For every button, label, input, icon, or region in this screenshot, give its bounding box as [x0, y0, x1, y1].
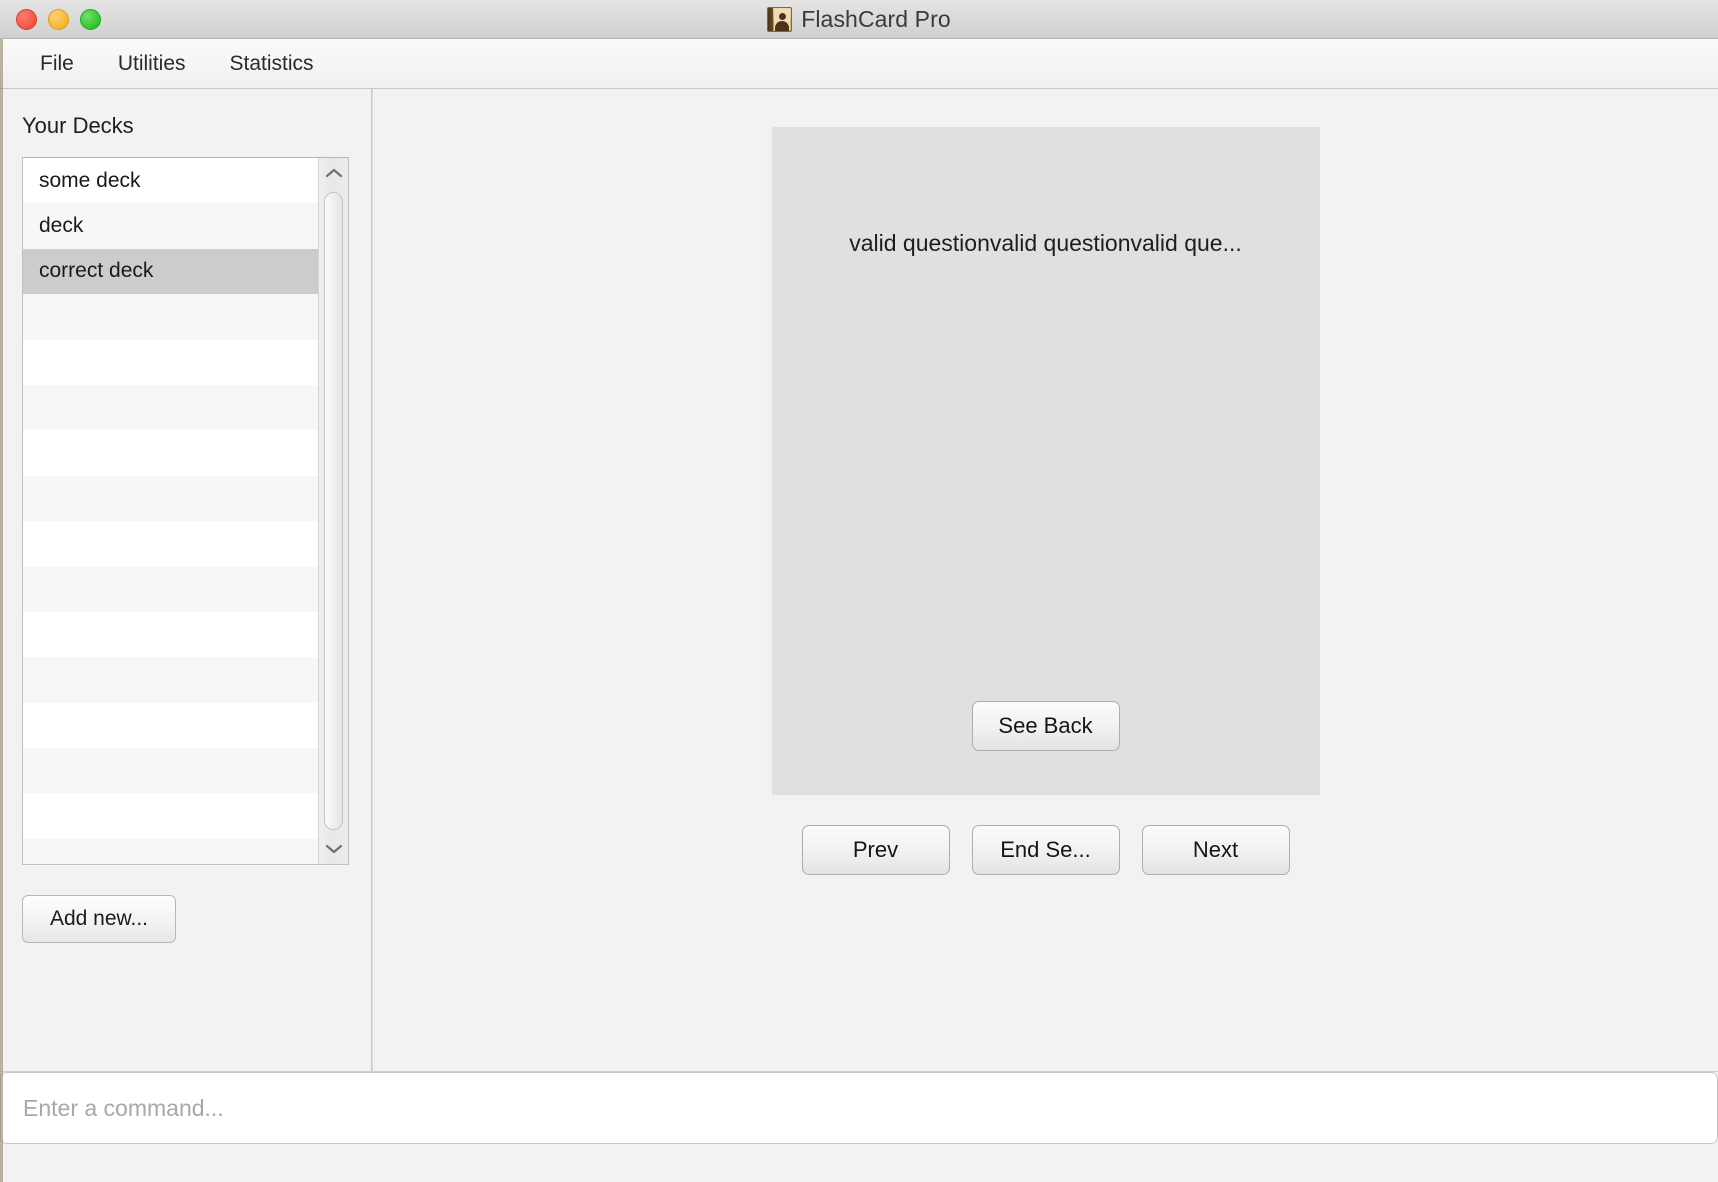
scrollbar-track[interactable]: [319, 188, 349, 834]
window-title-group: FlashCard Pro: [0, 0, 1718, 38]
chevron-up-icon: [325, 168, 342, 178]
deck-list-item[interactable]: [23, 838, 318, 864]
deck-list-item[interactable]: [23, 748, 318, 794]
flashcard: valid questionvalid questionvalid que...…: [771, 127, 1320, 795]
deck-list-item[interactable]: [23, 475, 318, 522]
next-card-button[interactable]: Next: [1141, 825, 1290, 875]
prev-card-button[interactable]: Prev: [801, 825, 950, 875]
window-title: FlashCard Pro: [801, 5, 951, 32]
scroll-down-button[interactable]: [319, 834, 349, 864]
minimize-window-button[interactable]: [48, 8, 69, 30]
deck-list-item[interactable]: [23, 793, 318, 839]
command-bar: [0, 1071, 1718, 1182]
deck-list-item[interactable]: correct deck: [23, 248, 318, 295]
deck-list-item[interactable]: [23, 657, 318, 703]
maximize-window-button[interactable]: [80, 8, 101, 30]
flashcard-panel: valid questionvalid questionvalid que...…: [372, 89, 1718, 1071]
flashcard-question-text: valid questionvalid questionvalid que...: [849, 230, 1242, 256]
menu-item-utilities[interactable]: Utilities: [96, 47, 208, 81]
address-book-icon: [767, 6, 793, 32]
add-new-deck-button[interactable]: Add new...: [22, 895, 176, 943]
chevron-down-icon: [325, 844, 342, 854]
deck-list-item[interactable]: [23, 339, 318, 385]
end-session-button[interactable]: End Se...: [971, 825, 1120, 875]
application-window: FlashCard Pro File Utilities Statistics …: [0, 0, 1718, 1182]
sidebar-heading: Your Decks: [22, 113, 134, 138]
window-controls: [16, 8, 101, 30]
deck-list[interactable]: some deck deck correct deck: [23, 158, 318, 864]
deck-list-item[interactable]: deck: [23, 203, 318, 249]
deck-list-box: some deck deck correct deck: [22, 157, 349, 865]
see-back-button[interactable]: See Back: [971, 701, 1120, 751]
content-area: Your Decks some deck deck correct deck A…: [0, 89, 1718, 1071]
card-navigation: Prev End Se... Next: [801, 825, 1290, 875]
close-window-button[interactable]: [16, 8, 37, 30]
deck-list-item[interactable]: some deck: [23, 158, 318, 204]
title-bar: FlashCard Pro: [0, 0, 1718, 39]
deck-list-item[interactable]: [23, 611, 318, 658]
deck-list-item[interactable]: [23, 521, 318, 567]
decks-sidebar: Your Decks some deck deck correct deck A…: [0, 89, 372, 1071]
scrollbar-thumb[interactable]: [323, 192, 343, 830]
scroll-up-button[interactable]: [319, 158, 349, 188]
deck-list-item[interactable]: [23, 384, 318, 431]
deck-list-item[interactable]: [23, 566, 318, 612]
deck-list-item[interactable]: [23, 430, 318, 476]
menu-item-statistics[interactable]: Statistics: [208, 47, 336, 81]
menu-bar: File Utilities Statistics: [0, 39, 1718, 89]
deck-list-item[interactable]: [23, 294, 318, 340]
deck-list-scrollbar[interactable]: [318, 158, 348, 864]
status-filler: [0, 1144, 1718, 1182]
menu-item-file[interactable]: File: [18, 47, 96, 81]
command-input[interactable]: [0, 1072, 1718, 1144]
deck-list-item[interactable]: [23, 702, 318, 749]
